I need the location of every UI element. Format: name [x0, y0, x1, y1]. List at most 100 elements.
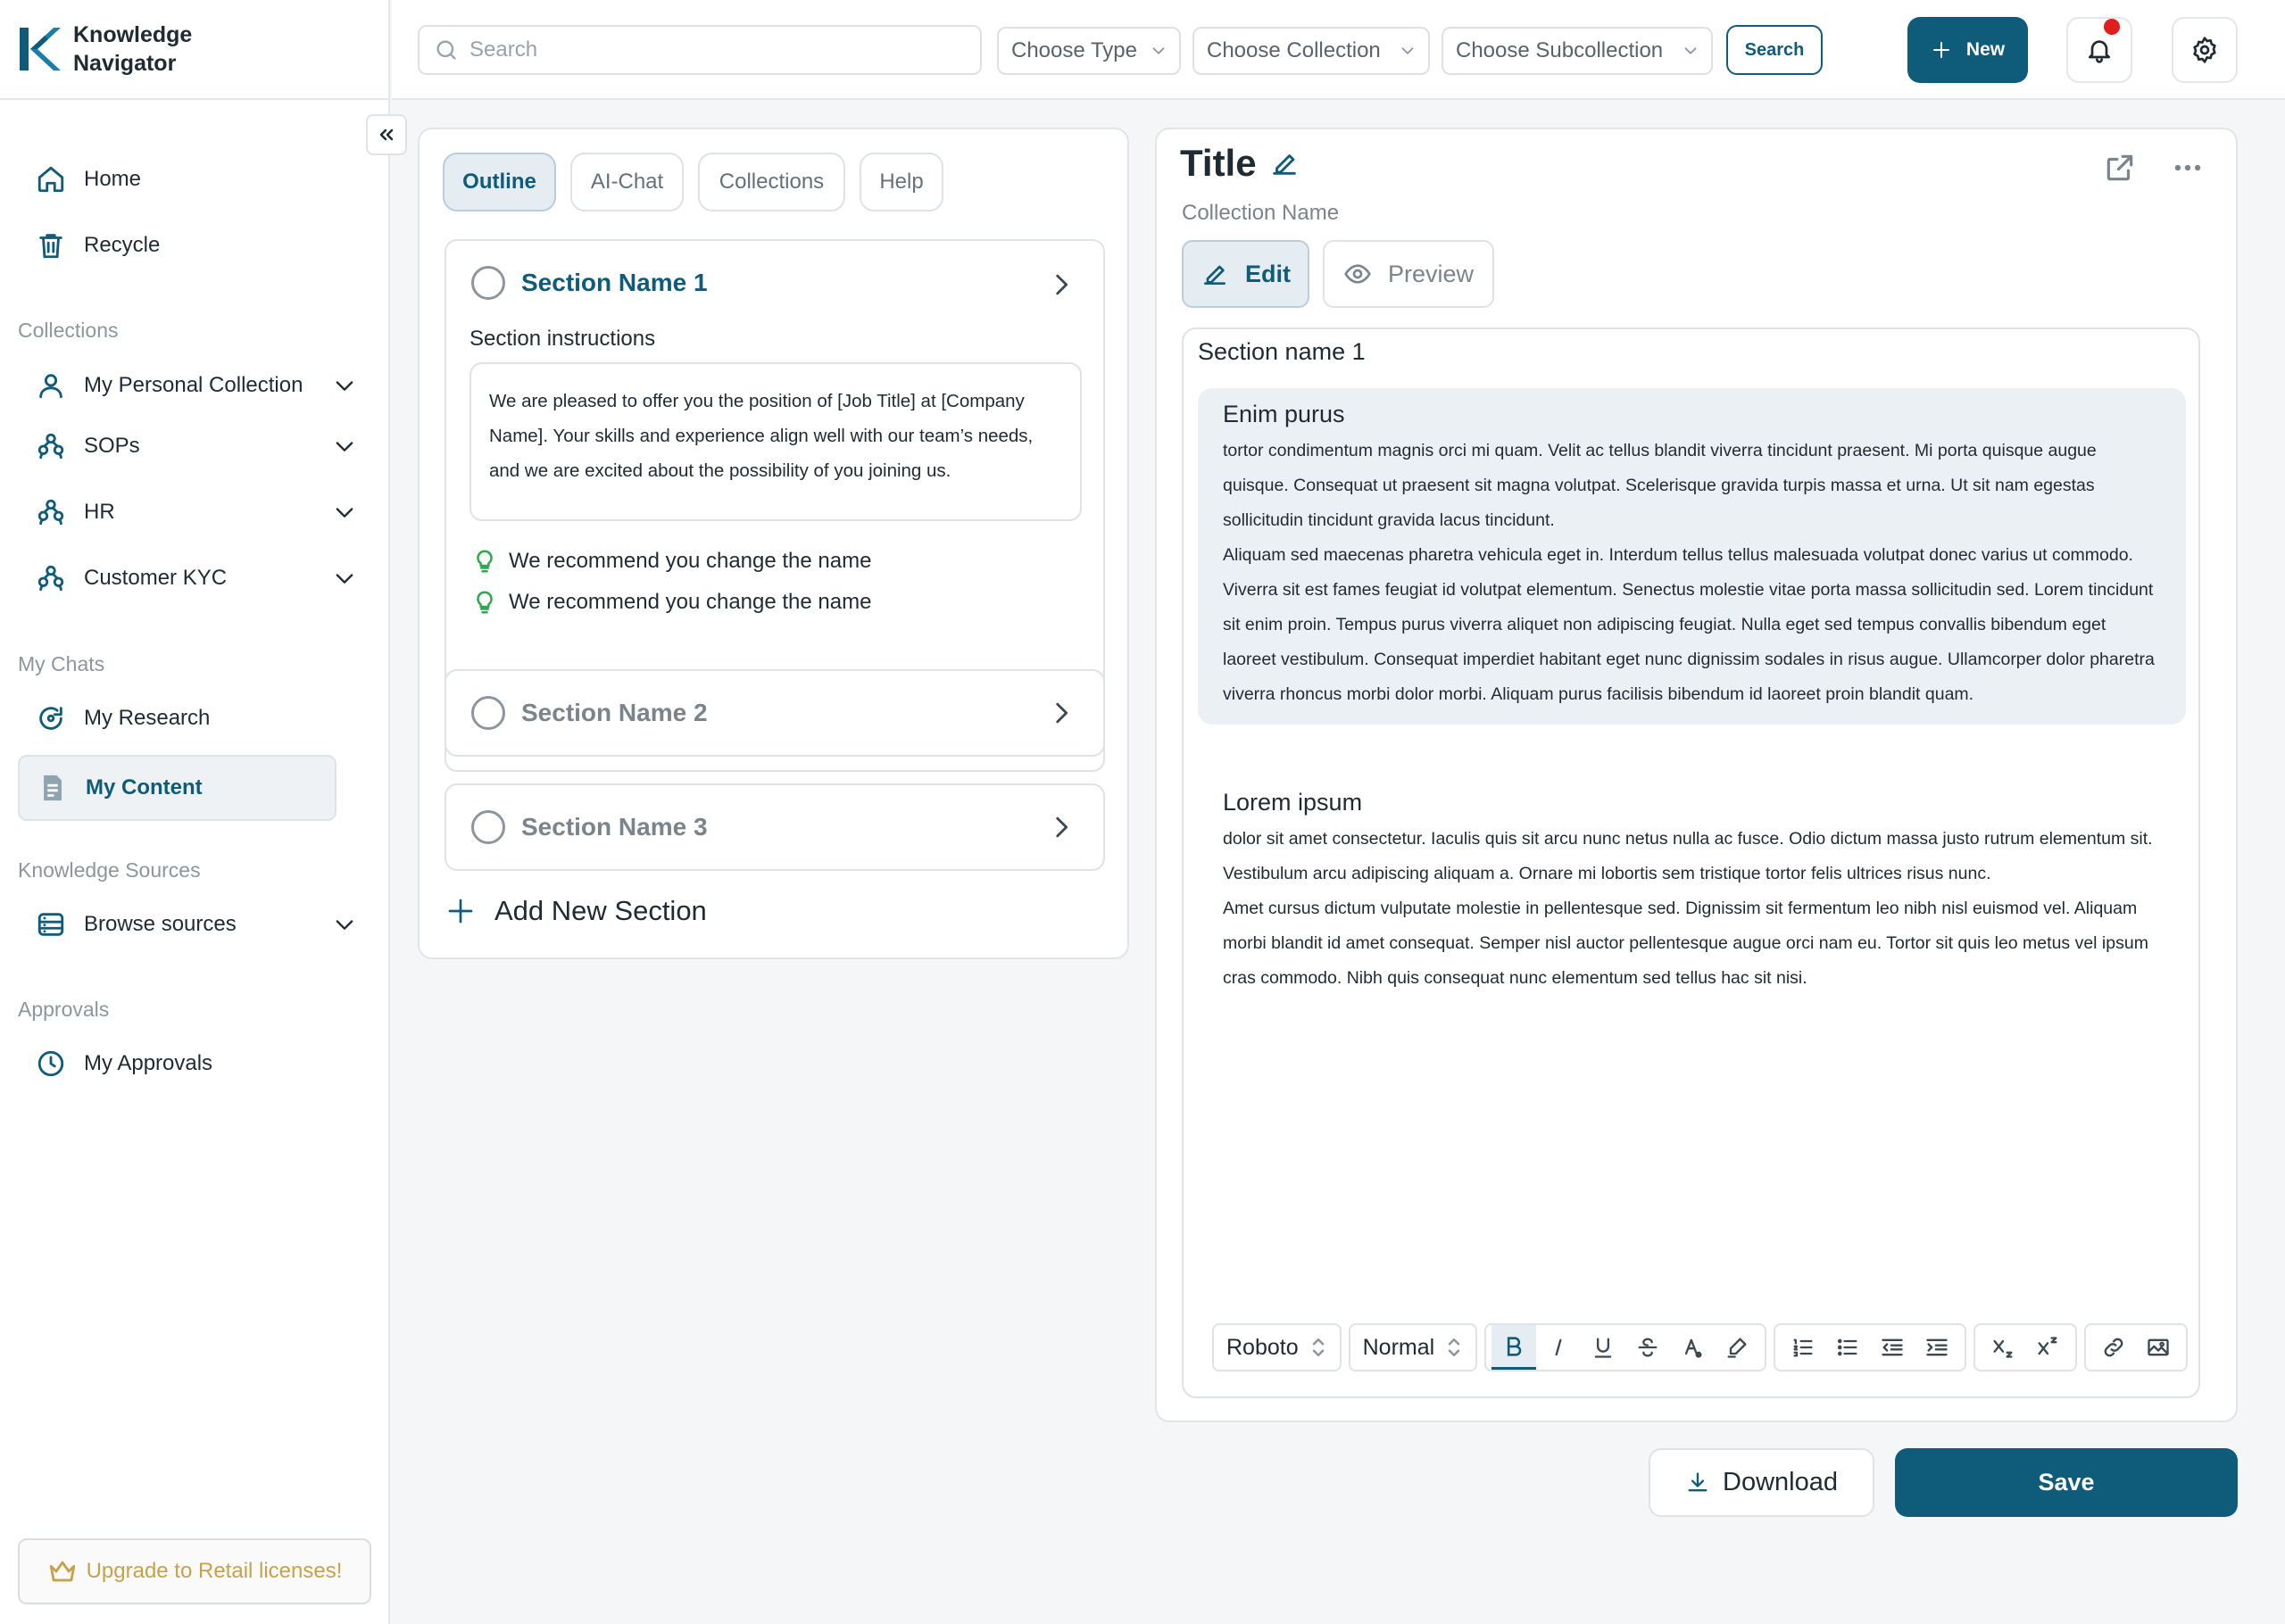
chevron-down-icon[interactable] [332, 500, 357, 525]
collapse-sidebar-button[interactable] [366, 114, 407, 155]
preview-mode-button[interactable]: Preview [1323, 240, 1494, 308]
bullet-list-button[interactable] [1825, 1325, 1870, 1370]
type-select-value: Choose Type [1011, 38, 1137, 62]
italic-button[interactable] [1536, 1325, 1581, 1370]
nav-home-label: Home [84, 167, 142, 191]
content-block[interactable]: Lorem ipsum dolor sit amet consectetur. … [1198, 776, 2186, 1008]
nav-collection-sops[interactable]: SOPs [18, 418, 357, 475]
bold-icon [1508, 1336, 1522, 1356]
type-select[interactable]: Choose Type [997, 27, 1181, 75]
nav-collection-hr[interactable]: HR [18, 484, 357, 541]
upgrade-button[interactable]: Upgrade to Retail licenses! [18, 1538, 371, 1604]
search-input[interactable]: Search [418, 25, 982, 75]
collection-select-value: Choose Collection [1207, 38, 1381, 62]
block-title: Enim purus [1223, 401, 1345, 427]
outdent-button[interactable] [1870, 1325, 1915, 1370]
collection-select[interactable]: Choose Collection [1192, 27, 1430, 75]
superscript-button[interactable] [2025, 1325, 2070, 1370]
section-header[interactable]: Section Name 3 [471, 810, 708, 844]
subscript-button[interactable] [1981, 1325, 2025, 1370]
app-name-line1: Knowledge [73, 22, 193, 47]
underline-button[interactable] [1581, 1325, 1625, 1370]
image-button[interactable] [2136, 1325, 2181, 1370]
brand[interactable]: Knowledge Navigator [0, 0, 390, 100]
chevron-down-icon [1152, 47, 1165, 54]
nav-collection-kyc[interactable]: Customer KYC [18, 550, 357, 607]
indent-button[interactable] [1915, 1325, 1959, 1370]
new-button[interactable]: New [1907, 17, 2028, 83]
font-select-control[interactable]: Roboto [1219, 1334, 1334, 1361]
chevron-right-icon[interactable] [1046, 269, 1076, 300]
chevron-right-icon[interactable] [1046, 698, 1076, 728]
chevron-down-icon[interactable] [332, 373, 357, 398]
notification-dot [2104, 19, 2120, 35]
tab-help[interactable]: Help [860, 153, 943, 211]
nav-my-research[interactable]: My Research [18, 690, 357, 747]
chevron-right-icon[interactable] [1046, 812, 1076, 842]
group-icon [37, 433, 64, 460]
preview-mode-label: Preview [1387, 260, 1475, 287]
notifications-button[interactable] [2066, 17, 2132, 83]
font-select[interactable]: Roboto [1212, 1323, 1342, 1371]
block-text: dolor sit amet consectetur. Iaculis quis… [1223, 829, 2153, 883]
edit-mode-button[interactable]: Edit [1182, 240, 1309, 308]
nav-browse-sources[interactable]: Browse sources [18, 896, 357, 953]
tab-outline[interactable]: Outline [443, 153, 556, 211]
chevron-down-icon[interactable] [332, 434, 357, 459]
lightbulb-icon [477, 550, 493, 573]
chevron-down-icon[interactable] [332, 912, 357, 937]
more-icon[interactable] [2171, 151, 2205, 185]
database-icon [37, 913, 64, 936]
tab-ai-chat[interactable]: AI-Chat [570, 153, 684, 211]
content-block[interactable]: Enim purus tortor condimentum magnis orc… [1198, 388, 2186, 725]
section-header[interactable]: Section Name 1 [471, 266, 708, 300]
collection-name: Collection Name [1182, 201, 1340, 225]
recommendation: We recommend you change the name [471, 589, 871, 616]
tab-collections[interactable]: Collections [698, 153, 845, 211]
subcollection-select[interactable]: Choose Subcollection [1442, 27, 1713, 75]
indent-icon [1926, 1338, 1948, 1356]
rich-text-editor[interactable]: Section name 1 Enim purus tortor condime… [1182, 327, 2200, 1398]
plus-icon [448, 899, 473, 924]
highlight-button[interactable] [1715, 1325, 1759, 1370]
underline-icon [1594, 1338, 1612, 1358]
updown-icon [1312, 1338, 1324, 1356]
section-radio[interactable] [471, 266, 505, 300]
search-placeholder: Search [469, 37, 538, 62]
nav-collection-personal[interactable]: My Personal Collection [18, 357, 357, 414]
download-button[interactable]: Download [1649, 1448, 1874, 1517]
settings-button[interactable] [2172, 17, 2238, 83]
strikethrough-button[interactable] [1625, 1325, 1670, 1370]
bold-button[interactable] [1491, 1325, 1537, 1370]
section-card-3[interactable]: Section Name 3 [445, 783, 1105, 871]
nav-my-content[interactable]: My Content [18, 755, 337, 821]
formatting-toolbar: Roboto Normal [1212, 1323, 2195, 1371]
style-select[interactable]: Normal [1348, 1323, 1478, 1371]
link-button[interactable] [2091, 1325, 2136, 1370]
nav-recycle[interactable]: Recycle [18, 217, 357, 274]
nav-my-approvals[interactable]: My Approvals [18, 1035, 357, 1092]
script-format-group [1973, 1323, 2078, 1371]
instructions-field[interactable]: We are pleased to offer you the position… [469, 362, 1082, 521]
nav-recycle-label: Recycle [84, 233, 161, 257]
pencil-icon[interactable] [1269, 148, 1300, 178]
add-section-button[interactable]: Add New Section [446, 895, 707, 927]
section-card-2[interactable]: Section Name 2 [445, 669, 1105, 757]
save-button[interactable]: Save [1895, 1448, 2238, 1517]
download-label: Download [1723, 1468, 1838, 1496]
chevron-down-icon[interactable] [332, 566, 357, 591]
font-select-value: Roboto [1226, 1334, 1299, 1360]
approvals-heading: Approvals [18, 998, 110, 1021]
section-header[interactable]: Section Name 2 [471, 696, 708, 730]
ordered-list-button[interactable] [1781, 1325, 1825, 1370]
nav-home[interactable]: Home [18, 151, 357, 208]
bell-icon [2089, 40, 2110, 63]
sources-heading: Knowledge Sources [18, 858, 201, 882]
external-link-icon[interactable] [2103, 151, 2137, 185]
section-radio[interactable] [471, 696, 505, 730]
section-radio[interactable] [471, 810, 505, 844]
text-color-button[interactable] [1670, 1325, 1715, 1370]
block-text: tortor condimentum magnis orci mi quam. … [1223, 441, 2097, 530]
style-select-control[interactable]: Normal [1356, 1334, 1471, 1361]
search-button[interactable]: Search [1726, 25, 1823, 75]
